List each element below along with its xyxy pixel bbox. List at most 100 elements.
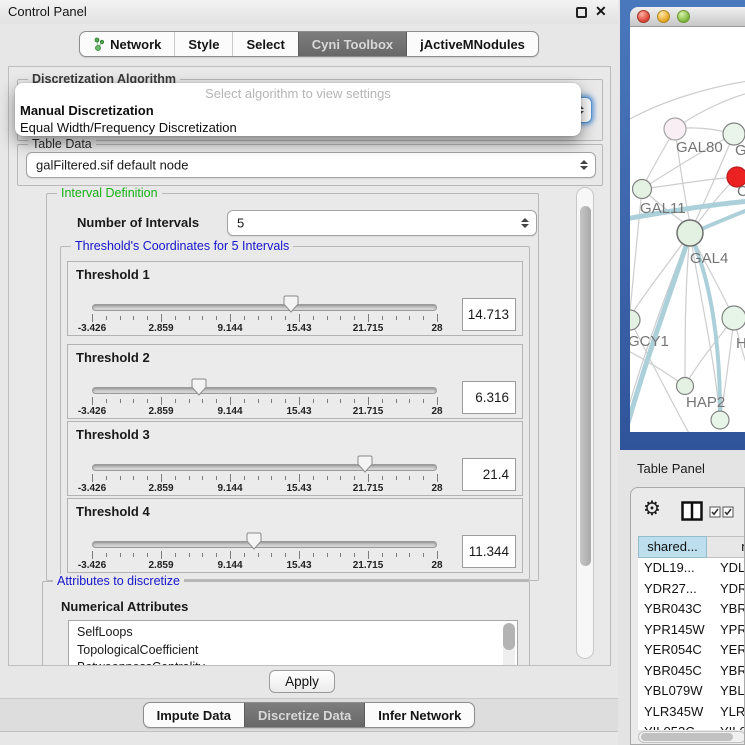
cell-name[interactable]: YBL0 [716, 681, 745, 702]
slider-track[interactable] [92, 304, 437, 311]
table-row[interactable]: YPR145WYPR1 [638, 620, 745, 641]
node-bottom[interactable] [711, 411, 729, 429]
node-hap2[interactable] [677, 378, 694, 395]
checkbox-icon[interactable] [722, 505, 734, 523]
attribute-item[interactable]: TopologicalCoefficient [69, 642, 517, 660]
combo-stepper-icon [580, 160, 588, 170]
slider-track[interactable] [92, 387, 437, 394]
node-right-mid[interactable] [722, 306, 745, 330]
threshold-2-panel: Threshold 2 -3.4262.8599.14415.4321.7152… [67, 344, 523, 419]
tab-select[interactable]: Select [232, 32, 297, 56]
cell-name[interactable]: YDL1 [716, 558, 745, 579]
cell-name[interactable]: YPR1 [716, 620, 745, 641]
cell-name[interactable]: YDR2 [716, 579, 745, 600]
node-gal80[interactable] [664, 118, 686, 140]
panel-vertical-scrollbar[interactable] [576, 187, 594, 659]
threshold-slider[interactable]: -3.4262.8599.14415.4321.71528 [92, 499, 437, 574]
tab-jactivemnodules[interactable]: jActiveMNodules [406, 32, 538, 56]
tab-network[interactable]: Network [80, 32, 174, 56]
cell-name[interactable]: YIL0 [716, 722, 745, 730]
cell-shared-name[interactable]: YDR27... [638, 579, 716, 600]
tab-cyni-toolbox[interactable]: Cyni Toolbox [298, 32, 406, 56]
table-row[interactable]: YIL052CYIL0 [638, 722, 745, 730]
slider-tick [423, 316, 424, 320]
gear-icon[interactable]: ⚙ [643, 498, 661, 520]
table-row[interactable]: YBR045CYBR0 [638, 661, 745, 682]
tab-label: Cyni Toolbox [312, 37, 393, 52]
tab-impute-data[interactable]: Impute Data [144, 703, 244, 727]
cell-shared-name[interactable]: YIL052C [638, 722, 716, 730]
attribute-item[interactable]: BetweennessCentrality [69, 659, 517, 665]
slider-track[interactable] [92, 541, 437, 548]
cell-shared-name[interactable]: YPR145W [638, 620, 716, 641]
dropdown-option-equal-width-frequency[interactable]: Equal Width/Frequency Discretization [15, 119, 581, 136]
close-icon[interactable]: ✕ [595, 3, 607, 20]
threshold-4-panel: Threshold 4 -3.4262.8599.14415.4321.7152… [67, 498, 523, 573]
tab-discretize-data[interactable]: Discretize Data [244, 703, 364, 727]
slider-tick [285, 316, 286, 320]
apply-button[interactable]: Apply [269, 670, 335, 693]
cell-shared-name[interactable]: YLR345W [638, 702, 716, 723]
column-header-shared[interactable]: shared... [638, 536, 707, 558]
scrollbar-thumb[interactable] [641, 733, 733, 741]
zoom-traffic-light-icon[interactable] [677, 10, 690, 23]
checkbox-icon[interactable] [709, 505, 721, 523]
slider-thumb[interactable] [357, 455, 373, 473]
threshold-slider[interactable]: -3.4262.8599.14415.4321.71528 [92, 422, 437, 497]
slider-track[interactable] [92, 464, 437, 471]
node-gal11[interactable] [633, 180, 652, 199]
table-row[interactable]: YLR345WYLR3 [638, 702, 745, 723]
slider-thumb[interactable] [283, 295, 299, 313]
cell-name[interactable]: YER0 [716, 640, 745, 661]
table-row[interactable]: YBR043CYBR0 [638, 599, 745, 620]
table-data-combobox[interactable]: galFiltered.sif default node [26, 152, 596, 178]
cell-name[interactable]: YLR3 [716, 702, 745, 723]
cell-shared-name[interactable]: YBR043C [638, 599, 716, 620]
threshold-slider[interactable]: -3.4262.8599.14415.4321.71528 [92, 345, 437, 420]
cell-shared-name[interactable]: YBR045C [638, 661, 716, 682]
threshold-slider[interactable]: -3.4262.8599.14415.4321.71528 [92, 262, 437, 337]
threshold-value-field[interactable]: 21.4 [462, 458, 516, 491]
table-row[interactable]: YBL079WYBL0 [638, 681, 745, 702]
slider-tick [299, 551, 300, 559]
node-gcy1[interactable] [630, 310, 640, 330]
table-row[interactable]: YER054CYER0 [638, 640, 745, 661]
slider-thumb[interactable] [191, 378, 207, 396]
threshold-value-field[interactable]: 14.713 [462, 298, 516, 331]
table-panel-area: Table Panel ⚙ [618, 450, 745, 745]
network-canvas[interactable]: GAL80 GA C GAL11 GAL4 GCY1 HA HAP2 [630, 27, 745, 432]
tab-style[interactable]: Style [174, 32, 232, 56]
slider-tick [299, 474, 300, 482]
slider-tick [354, 553, 355, 557]
close-traffic-light-icon[interactable] [637, 10, 650, 23]
numerical-attributes-list[interactable]: SelfLoopsTopologicalCoefficientBetweenne… [68, 620, 518, 665]
cell-shared-name[interactable]: YBL079W [638, 681, 716, 702]
cell-shared-name[interactable]: YER054C [638, 640, 716, 661]
table-row[interactable]: YDL19...YDL1 [638, 558, 745, 579]
slider-tick [133, 476, 134, 480]
list-scrollbar-thumb[interactable] [503, 623, 515, 650]
slider-tick [161, 397, 162, 405]
table-row[interactable]: YDR27...YDR2 [638, 579, 745, 600]
threshold-value-field[interactable]: 6.316 [462, 381, 516, 414]
scrollbar-thumb[interactable] [580, 206, 591, 566]
node-gal4[interactable] [677, 220, 703, 246]
column-header-name[interactable]: na [707, 536, 745, 558]
list-scrollbar[interactable] [503, 623, 515, 665]
cell-name[interactable]: YBR0 [716, 599, 745, 620]
threshold-value-field[interactable]: 11.344 [462, 535, 516, 568]
network-window-titlebar[interactable] [630, 7, 745, 27]
attribute-item[interactable]: SelfLoops [69, 624, 517, 642]
slider-tick [244, 316, 245, 320]
table-horizontal-scrollbar[interactable] [638, 731, 745, 743]
tab-label: Discretize Data [258, 708, 351, 723]
cell-shared-name[interactable]: YDL19... [638, 558, 716, 579]
tab-infer-network[interactable]: Infer Network [364, 703, 474, 727]
float-window-icon[interactable] [576, 7, 587, 18]
slider-thumb[interactable] [246, 532, 262, 550]
cell-name[interactable]: YBR0 [716, 661, 745, 682]
split-columns-icon[interactable] [681, 501, 703, 526]
num-intervals-combobox[interactable]: 5 [227, 210, 537, 236]
minimize-traffic-light-icon[interactable] [657, 10, 670, 23]
dropdown-option-manual-discretization[interactable]: Manual Discretization [15, 102, 581, 119]
